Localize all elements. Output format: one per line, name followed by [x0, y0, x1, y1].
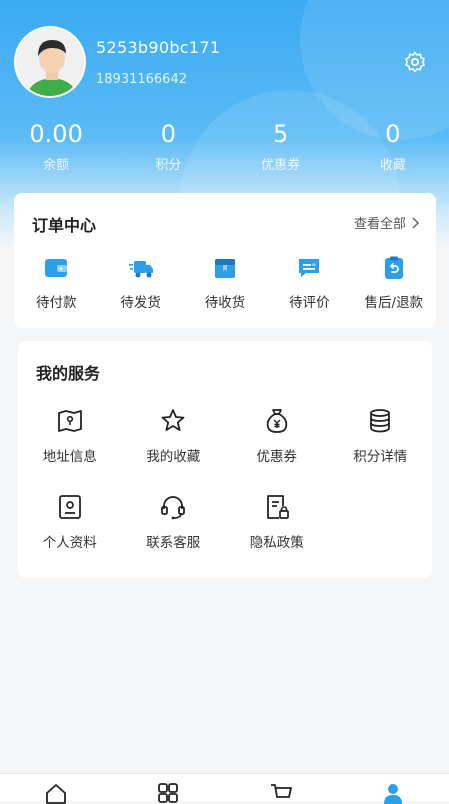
order-status-row: 待付款 待发货 待收货 待评价 售后/退款 [14, 255, 436, 311]
stat-label: 收藏 [379, 158, 406, 173]
stat-favorites[interactable]: 0 收藏 [337, 118, 449, 178]
stat-label: 余额 [43, 158, 70, 173]
refund-icon [384, 256, 403, 279]
order-pending-payment[interactable]: 待付款 [14, 255, 98, 311]
category-icon [158, 783, 179, 803]
service-label: 隐私政策 [249, 535, 304, 551]
stat-points[interactable]: 0 积分 [112, 118, 224, 178]
service-address[interactable]: 地址信息 [18, 407, 122, 465]
delivery-truck-icon [128, 261, 153, 278]
view-all-orders-link[interactable]: 查看全部 [354, 213, 420, 232]
service-label: 我的收藏 [146, 449, 201, 465]
tab-cart[interactable] [225, 774, 337, 801]
service-label: 地址信息 [42, 449, 97, 465]
stat-label: 积分 [155, 158, 182, 173]
service-coupons[interactable]: 优惠券 [225, 407, 329, 465]
service-customer-support[interactable]: 联系客服 [122, 493, 226, 551]
stat-value: 0.00 [29, 120, 83, 148]
coins-icon [370, 409, 391, 433]
review-icon [299, 259, 320, 277]
username: 5253b90bc171 [96, 38, 221, 57]
service-label: 联系客服 [146, 535, 201, 551]
tab-home[interactable] [0, 774, 112, 804]
stat-value: 0 [160, 120, 177, 148]
order-label: 待付款 [35, 295, 77, 311]
order-label: 待发货 [120, 295, 161, 311]
service-privacy-policy[interactable]: 隐私政策 [225, 493, 329, 551]
tab-category[interactable] [112, 774, 224, 803]
stat-label: 优惠券 [261, 158, 301, 173]
order-after-sales[interactable]: 售后/退款 [352, 255, 436, 311]
stat-value: 0 [385, 120, 401, 148]
service-favorites[interactable]: 我的收藏 [122, 407, 226, 465]
order-pending-shipment[interactable]: 待发货 [98, 255, 182, 311]
service-label: 积分详情 [353, 449, 408, 465]
home-icon [46, 784, 67, 804]
order-pending-review[interactable]: 待评价 [267, 255, 351, 311]
cart-icon [270, 784, 292, 798]
avatar[interactable] [14, 26, 86, 98]
stat-value: 5 [272, 120, 289, 148]
stats-bar: 0.00 余额 0 积分 5 优惠券 0 收藏 [0, 118, 449, 178]
user-icon [383, 784, 402, 804]
phone-number: 18931166642 [96, 72, 187, 87]
stat-balance[interactable]: 0.00 余额 [0, 118, 112, 178]
service-points-detail[interactable]: 积分详情 [329, 407, 433, 465]
star-icon [161, 409, 185, 431]
order-pending-receipt[interactable]: 待收货 [183, 255, 267, 311]
money-bag-icon [266, 409, 287, 433]
service-profile[interactable]: 个人资料 [18, 493, 122, 551]
tab-mine[interactable] [337, 774, 449, 804]
profile-card-icon [58, 495, 81, 519]
my-services-card: 我的服务 地址信息 我的收藏 优惠券 积分详情 个人资料 联系客服 隐私政策 [18, 341, 432, 578]
bottom-tab-bar [0, 773, 449, 804]
order-label: 售后/退款 [364, 295, 424, 311]
services-row-1: 地址信息 我的收藏 优惠券 积分详情 [18, 407, 432, 465]
wallet-icon [45, 259, 68, 277]
my-services-title: 我的服务 [36, 364, 101, 383]
map-icon [57, 410, 82, 432]
stat-coupons[interactable]: 5 优惠券 [225, 118, 337, 178]
order-center-title: 订单中心 [32, 216, 97, 235]
chevron-right-icon [412, 216, 420, 229]
services-row-2: 个人资料 联系客服 隐私政策 [18, 493, 432, 551]
view-all-label: 查看全部 [353, 217, 406, 232]
service-label: 个人资料 [42, 535, 97, 551]
order-center-card: 订单中心 查看全部 待付款 待发货 待收货 待评价 售后/退款 [14, 193, 436, 328]
privacy-doc-icon [266, 495, 289, 519]
package-icon [215, 259, 236, 278]
headset-icon [161, 496, 186, 520]
service-label: 优惠券 [256, 449, 298, 465]
order-label: 待收货 [204, 295, 246, 311]
order-label: 待评价 [289, 295, 330, 311]
gear-icon[interactable] [403, 50, 427, 74]
